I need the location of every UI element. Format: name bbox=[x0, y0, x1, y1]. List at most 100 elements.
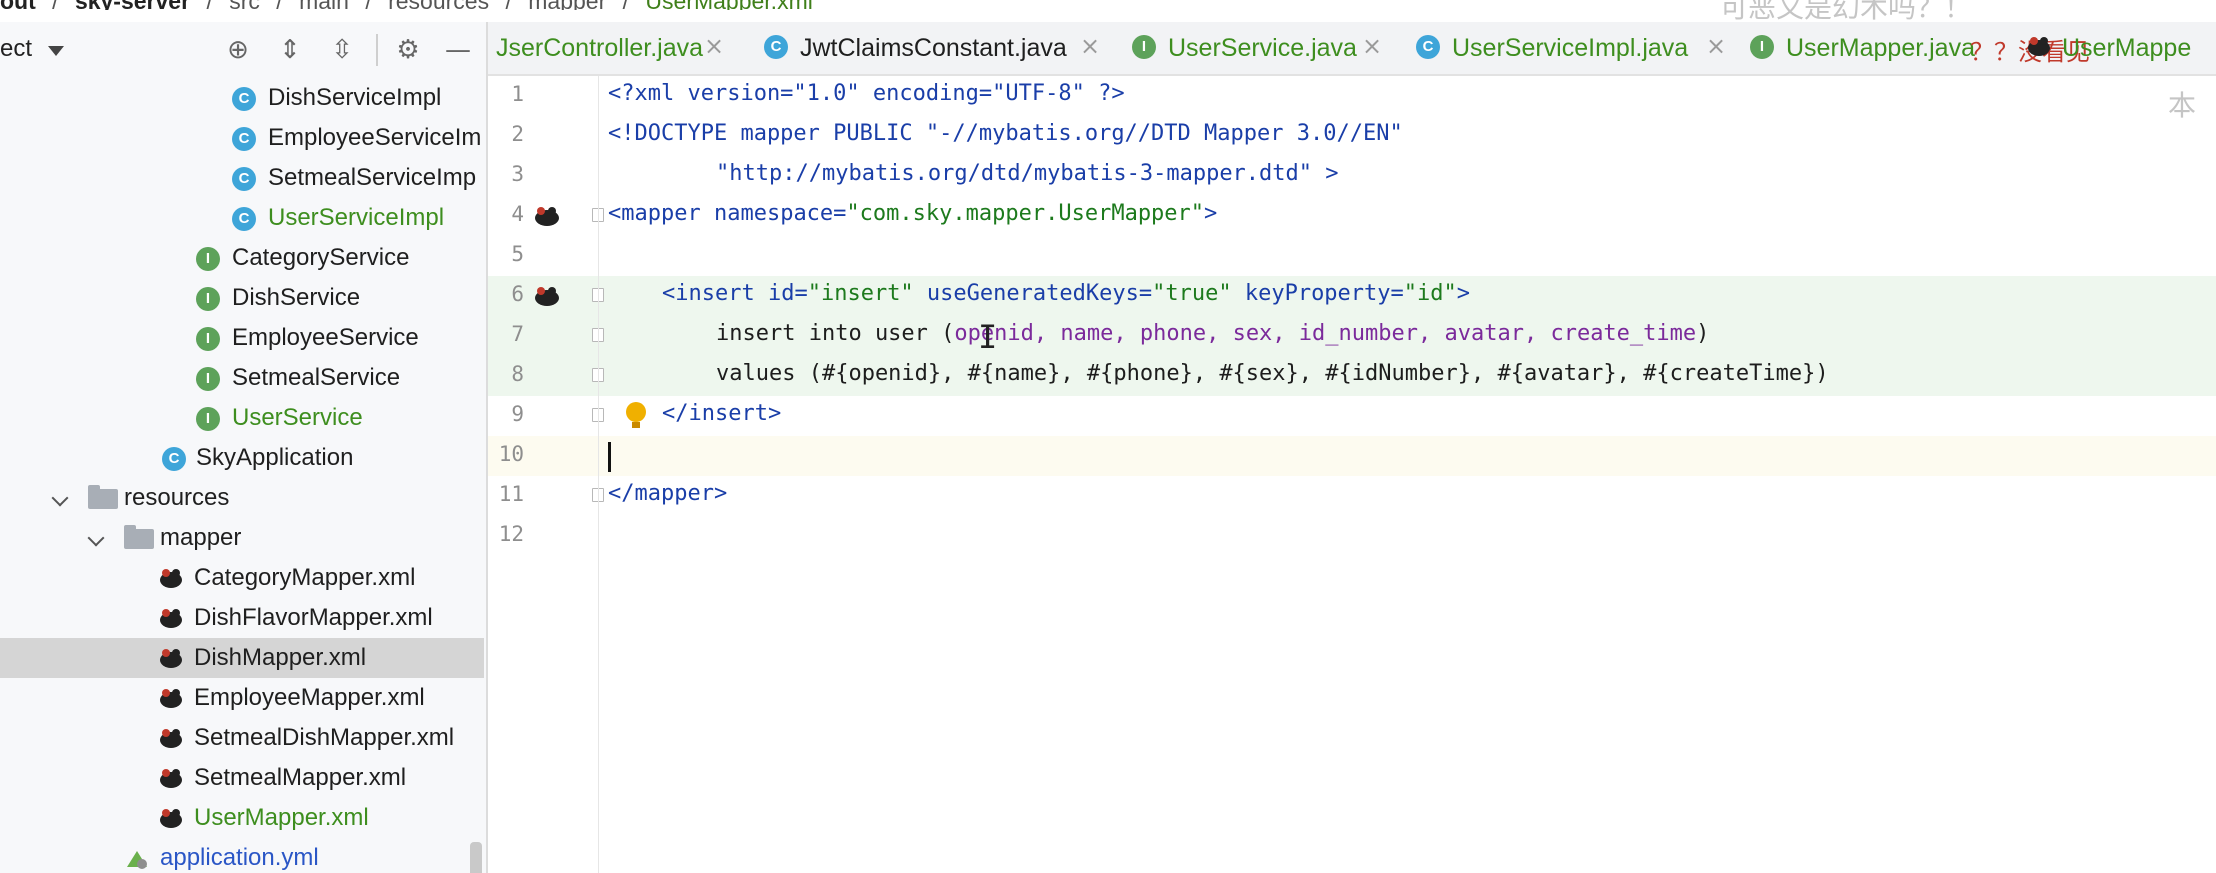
tab-user-service-impl[interactable]: C UserServiceImpl.java × bbox=[1416, 22, 1736, 74]
line-number: 10 bbox=[498, 442, 524, 466]
gear-icon[interactable]: ⚙ bbox=[392, 34, 424, 66]
code-line[interactable]: 9 </insert> bbox=[488, 396, 2216, 436]
tree-item-label: mapper bbox=[160, 524, 242, 551]
tree-item[interactable]: I SetmealService bbox=[0, 358, 484, 398]
tree-item-label: SetmealServiceImp bbox=[268, 164, 477, 191]
interface-icon: I bbox=[196, 247, 220, 271]
code-line-current[interactable]: 10 bbox=[488, 436, 2216, 476]
tree-item-label: resources bbox=[124, 484, 230, 511]
close-icon[interactable]: × bbox=[704, 32, 724, 60]
spring-boot-class-icon: C bbox=[162, 447, 186, 471]
tree-item[interactable]: application.yml bbox=[0, 838, 484, 873]
close-icon[interactable]: × bbox=[1706, 32, 1726, 60]
tree-item-folder[interactable]: mapper bbox=[0, 518, 484, 558]
tree-item-label: UserMapper.xml bbox=[194, 804, 369, 831]
mybatis-navigate-icon[interactable] bbox=[532, 284, 562, 308]
expand-all-icon[interactable]: ⇕ bbox=[274, 34, 306, 66]
code-text: insert into user (openid, name, phone, s… bbox=[716, 321, 1710, 346]
code-line[interactable]: 1 <?xml version="1.0" encoding="UTF-8" ?… bbox=[488, 76, 2216, 116]
code-line[interactable]: 7 insert into user (openid, name, phone,… bbox=[488, 316, 2216, 356]
tree-item[interactable]: EmployeeMapper.xml bbox=[0, 678, 484, 718]
class-icon: C bbox=[232, 207, 256, 231]
tree-item[interactable]: DishFlavorMapper.xml bbox=[0, 598, 484, 638]
tree-item[interactable]: I EmployeeService bbox=[0, 318, 484, 358]
mybatis-xml-icon bbox=[160, 649, 182, 668]
locate-file-icon[interactable]: ⊕ bbox=[222, 34, 254, 66]
collapse-all-icon[interactable]: ⇳ bbox=[326, 34, 358, 66]
line-number: 7 bbox=[511, 322, 524, 346]
tab-label: UserService.java bbox=[1168, 34, 1357, 62]
breadcrumb-item[interactable]: src bbox=[229, 0, 260, 10]
chevron-down-icon[interactable] bbox=[48, 46, 64, 56]
interface-icon: I bbox=[196, 367, 220, 391]
tree-item-label: DishService bbox=[232, 284, 361, 311]
tree-item[interactable]: C SetmealServiceImp bbox=[0, 158, 484, 198]
tree-item-folder[interactable]: resources bbox=[0, 478, 484, 518]
tree-item[interactable]: UserMapper.xml bbox=[0, 798, 484, 838]
code-line[interactable]: 2 <!DOCTYPE mapper PUBLIC "-//mybatis.or… bbox=[488, 116, 2216, 156]
mybatis-xml-icon bbox=[160, 609, 182, 628]
code-line[interactable]: 5 bbox=[488, 236, 2216, 276]
chevron-down-icon[interactable] bbox=[51, 489, 69, 507]
breadcrumb-item[interactable]: resources bbox=[388, 0, 489, 10]
tree-item[interactable]: C SkyApplication bbox=[0, 438, 484, 478]
line-number: 11 bbox=[498, 482, 524, 506]
tree-item[interactable]: I CategoryService bbox=[0, 238, 484, 278]
line-number: 12 bbox=[498, 522, 524, 546]
project-toolbar: ect ⊕ ⇕ ⇳ ⚙ — bbox=[0, 22, 486, 78]
code-text: <insert id="insert" useGeneratedKeys="tr… bbox=[662, 281, 1471, 306]
code-line[interactable]: 6 <insert id="insert" useGeneratedKeys="… bbox=[488, 276, 2216, 316]
line-number: 4 bbox=[511, 202, 524, 226]
tab-user-service[interactable]: I UserService.java × bbox=[1132, 22, 1394, 74]
tab-label: UserServiceImpl.java bbox=[1452, 34, 1689, 62]
minimize-icon[interactable]: — bbox=[442, 34, 474, 66]
code-line[interactable]: 8 values (#{openid}, #{name}, #{phone}, … bbox=[488, 356, 2216, 396]
tree-item[interactable]: CategoryMapper.xml bbox=[0, 558, 484, 598]
tree-item-label: application.yml bbox=[160, 844, 319, 871]
close-icon[interactable]: × bbox=[1080, 32, 1100, 60]
mybatis-xml-icon bbox=[160, 809, 182, 828]
tab-user-controller[interactable]: JserController.java × bbox=[496, 22, 736, 74]
gutter-divider bbox=[598, 76, 599, 873]
breadcrumb-item[interactable]: out bbox=[0, 0, 36, 10]
tab-user-mapper-java[interactable]: I UserMapper.java ？？没看见 bbox=[1750, 22, 2090, 74]
tree-item-label: SetmealDishMapper.xml bbox=[194, 724, 455, 751]
class-icon: C bbox=[232, 167, 256, 191]
code-editor[interactable]: 1 <?xml version="1.0" encoding="UTF-8" ?… bbox=[488, 76, 2216, 873]
close-icon[interactable]: × bbox=[1362, 32, 1382, 60]
code-line[interactable]: 12 bbox=[488, 516, 2216, 556]
tree-item[interactable]: C UserServiceImpl bbox=[0, 198, 484, 238]
breadcrumb-item[interactable]: main bbox=[299, 0, 349, 10]
lightbulb-icon[interactable] bbox=[626, 402, 646, 428]
tree-item[interactable]: I DishService bbox=[0, 278, 484, 318]
project-view-selector[interactable]: ect bbox=[0, 35, 32, 63]
chevron-down-icon[interactable] bbox=[87, 529, 105, 547]
mouse-ibeam-cursor: I bbox=[978, 318, 998, 356]
breadcrumb: out / sky-server / src / main / resource… bbox=[0, 0, 1700, 10]
interface-icon: I bbox=[1132, 35, 1156, 59]
tree-item[interactable]: C EmployeeServiceIm bbox=[0, 118, 484, 158]
code-line[interactable]: 11 </mapper> bbox=[488, 476, 2216, 516]
breadcrumb-item[interactable]: sky-server bbox=[75, 0, 190, 10]
class-icon: C bbox=[232, 127, 256, 151]
code-line[interactable]: 3 "http://mybatis.org/dtd/mybatis-3-mapp… bbox=[488, 156, 2216, 196]
code-text: <?xml version="1.0" encoding="UTF-8" ?> bbox=[608, 81, 1125, 106]
mybatis-navigate-icon[interactable] bbox=[532, 204, 562, 228]
tree-item[interactable]: SetmealDishMapper.xml bbox=[0, 718, 484, 758]
tab-jwt-claims-constant[interactable]: C JwtClaimsConstant.java × bbox=[764, 22, 1112, 74]
tab-user-mapper-xml[interactable]: UserMappe bbox=[2026, 22, 2216, 74]
tree-item-label: EmployeeServiceIm bbox=[268, 124, 482, 151]
breadcrumb-item-current[interactable]: UserMapper.xml bbox=[645, 0, 812, 10]
breadcrumb-item[interactable]: mapper bbox=[528, 0, 606, 10]
interface-icon: I bbox=[196, 287, 220, 311]
code-line[interactable]: 4 <mapper namespace="com.sky.mapper.User… bbox=[488, 196, 2216, 236]
tree-item[interactable]: SetmealMapper.xml bbox=[0, 758, 484, 798]
line-number: 9 bbox=[511, 402, 524, 426]
tree-item-selected[interactable]: DishMapper.xml bbox=[0, 638, 484, 678]
tree-item[interactable]: C DishServiceImpl bbox=[0, 78, 484, 118]
code-text: </mapper> bbox=[608, 481, 728, 506]
scrollbar-thumb[interactable] bbox=[470, 842, 482, 873]
line-number: 8 bbox=[511, 362, 524, 386]
folder-icon bbox=[124, 525, 154, 549]
tree-item[interactable]: I UserService bbox=[0, 398, 484, 438]
